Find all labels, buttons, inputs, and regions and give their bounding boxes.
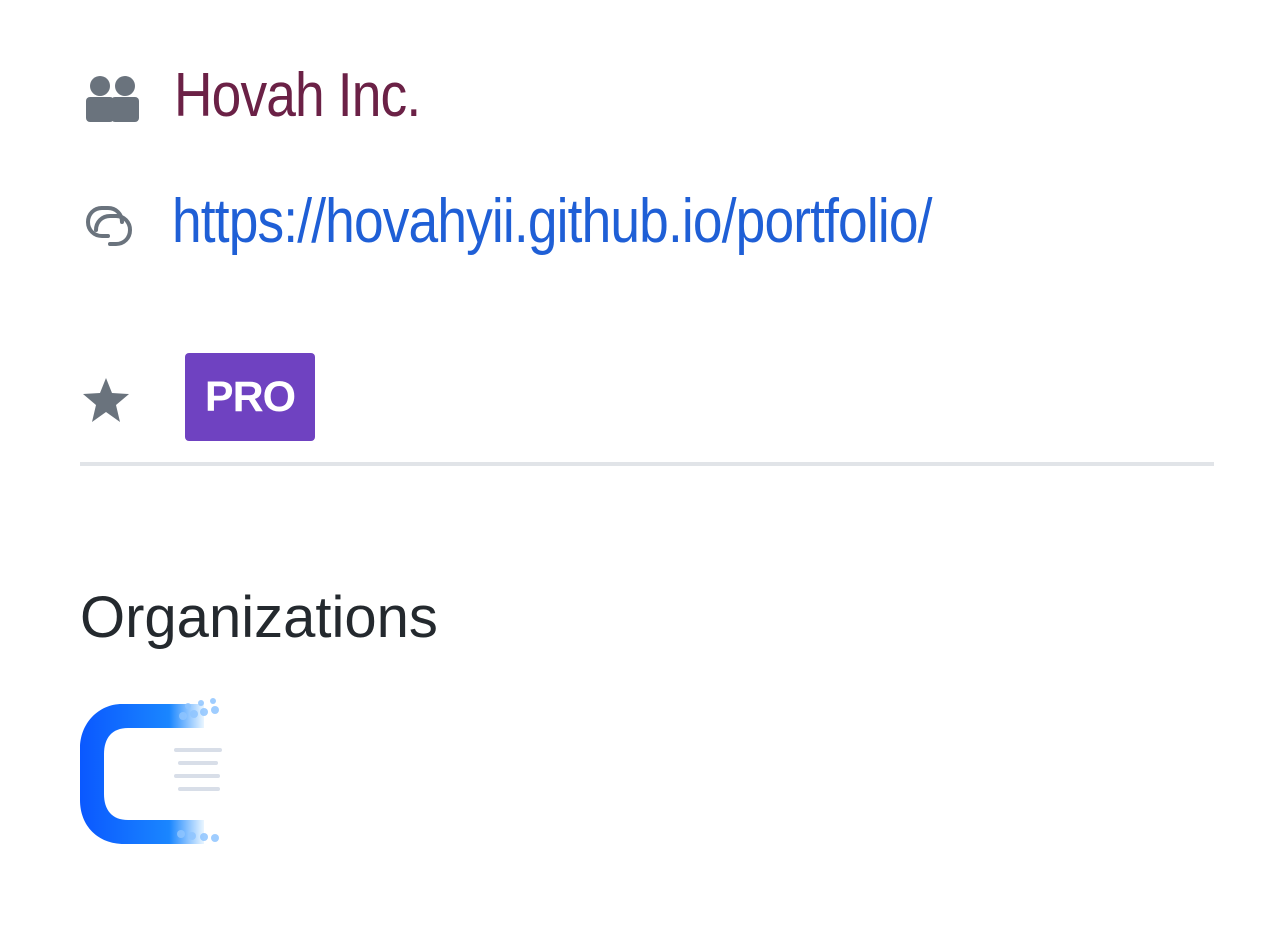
- website-link[interactable]: https://hovahyii.github.io/portfolio/: [172, 182, 932, 262]
- company-name: Hovah Inc.: [174, 61, 421, 130]
- organization-avatar[interactable]: [80, 694, 224, 854]
- profile-website: https://hovahyii.github.io/portfolio/: [80, 182, 1055, 262]
- link-icon: [80, 197, 138, 255]
- people-icon: [80, 66, 144, 130]
- profile-divider: [80, 462, 1214, 466]
- profile-pro-status: PRO: [80, 352, 315, 442]
- pro-badge: PRO: [185, 353, 315, 441]
- profile-company: Hovah Inc.: [80, 58, 460, 134]
- organization-logo-icon: [80, 698, 222, 844]
- star-icon: [80, 375, 132, 427]
- organizations-heading: Organizations: [80, 585, 438, 650]
